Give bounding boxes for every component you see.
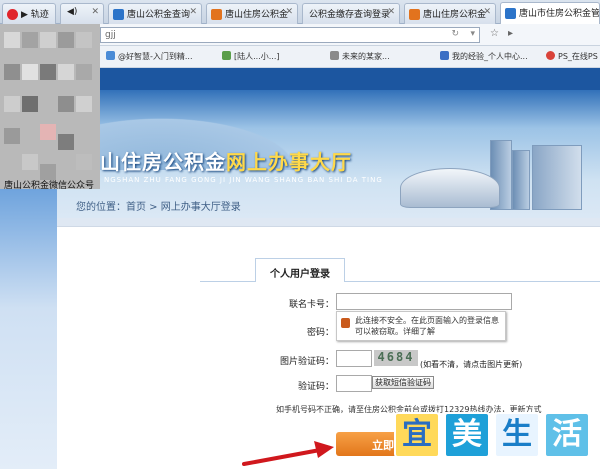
watermark-char: 活 — [544, 412, 590, 458]
watermark-char: 宜 — [394, 412, 440, 458]
star-icon[interactable]: ☆ — [490, 28, 499, 39]
tab-deposit-login[interactable]: 公积金缴存查询登录 ✕ — [302, 3, 400, 24]
bookmark-item[interactable]: [陆人...小...] — [222, 51, 280, 62]
tab-tangshan-gjj[interactable]: 唐山住房公积金 ✕ — [206, 3, 298, 24]
browser-tab-bar: ▶ 轨迹 ◀) ✕ 唐山公积金查询 ✕ 唐山住房公积金 ✕ 公积金缴存查询登录 … — [0, 0, 600, 24]
card-number-label: 联名卡号： — [288, 300, 334, 310]
card-number-input[interactable] — [336, 293, 512, 310]
site-icon — [211, 9, 222, 20]
dropdown-icon[interactable]: ▾ — [470, 29, 475, 39]
site-title: 山住房公积金网上办事大厅 — [100, 150, 352, 174]
bookmark-icon — [106, 51, 115, 60]
watermark-logo: 宜 美 生 活 — [394, 412, 590, 460]
tab-gjj-query[interactable]: 唐山公积金查询 ✕ — [108, 3, 202, 24]
site-icon — [505, 8, 516, 19]
watermark-char: 美 — [444, 412, 490, 458]
image-code-input[interactable] — [336, 350, 372, 367]
password-label: 密码： — [306, 328, 334, 338]
captcha-hint: (如看不清，请点击图片更新) — [420, 360, 523, 369]
tab-weibo[interactable]: ▶ 轨迹 — [2, 3, 56, 24]
tab-personal-login[interactable]: 个人用户登录 — [255, 258, 345, 282]
tab-tangshan-gjj-2[interactable]: 唐山住房公积金 ✕ — [404, 3, 496, 24]
sms-code-label: 验证码： — [297, 382, 334, 392]
weibo-icon — [7, 9, 18, 20]
bookmark-icon — [222, 51, 231, 60]
close-icon[interactable]: ✕ — [189, 7, 197, 17]
banner-top-strip — [57, 68, 600, 90]
qr-code-image — [0, 24, 100, 189]
site-icon — [113, 9, 124, 20]
image-code-label: 图片验证码： — [279, 357, 334, 367]
qr-caption: 唐山公积金微信公众号 — [4, 181, 95, 191]
bookmark-item[interactable]: PS_在线PS — [546, 51, 598, 62]
refresh-icon[interactable]: ↻ — [451, 29, 459, 39]
insecure-connection-tooltip: 此连接不安全。在此页面输入的登录信息可以被窃取。详细了解 — [336, 311, 506, 341]
sms-code-input[interactable] — [336, 375, 372, 392]
tab-active[interactable]: 唐山市住房公积金管 — [500, 2, 600, 24]
close-icon[interactable]: ✕ — [91, 7, 99, 17]
site-icon — [409, 9, 420, 20]
close-icon[interactable]: ✕ — [387, 7, 395, 17]
speaker-icon: ◀) — [67, 7, 78, 17]
bookmark-item[interactable]: 未来的某家... — [330, 51, 390, 62]
captcha-image[interactable]: 4684 — [374, 350, 418, 366]
site-title-pinyin: NGSHAN ZHU FANG GONG JI JIN WANG SHANG B… — [104, 176, 383, 184]
watermark-char: 生 — [494, 412, 540, 458]
building-image — [512, 150, 530, 210]
building-image — [532, 145, 582, 210]
red-arrow-icon — [242, 441, 334, 466]
bookmark-icon — [440, 51, 449, 60]
warning-lock-icon — [341, 318, 350, 328]
bookmark-icon — [546, 51, 555, 60]
close-icon[interactable]: ✕ — [483, 7, 491, 17]
bookmark-icon — [330, 51, 339, 60]
stadium-image — [400, 168, 500, 208]
tab-audio[interactable]: ◀) ✕ — [60, 3, 104, 24]
close-icon[interactable]: ✕ — [285, 7, 293, 17]
get-sms-code-button[interactable]: 获取短信验证码 — [372, 376, 434, 389]
breadcrumb: 您的位置：首页 > 网上办事大厅登录 — [76, 202, 241, 213]
address-input[interactable]: gjj ↻ ▾ — [100, 27, 480, 43]
forward-icon[interactable]: ▸ — [508, 28, 513, 39]
bookmark-item[interactable]: 我的经验_个人中心... — [440, 51, 528, 62]
bookmark-item[interactable]: @好智慧-入门到精... — [106, 51, 193, 62]
